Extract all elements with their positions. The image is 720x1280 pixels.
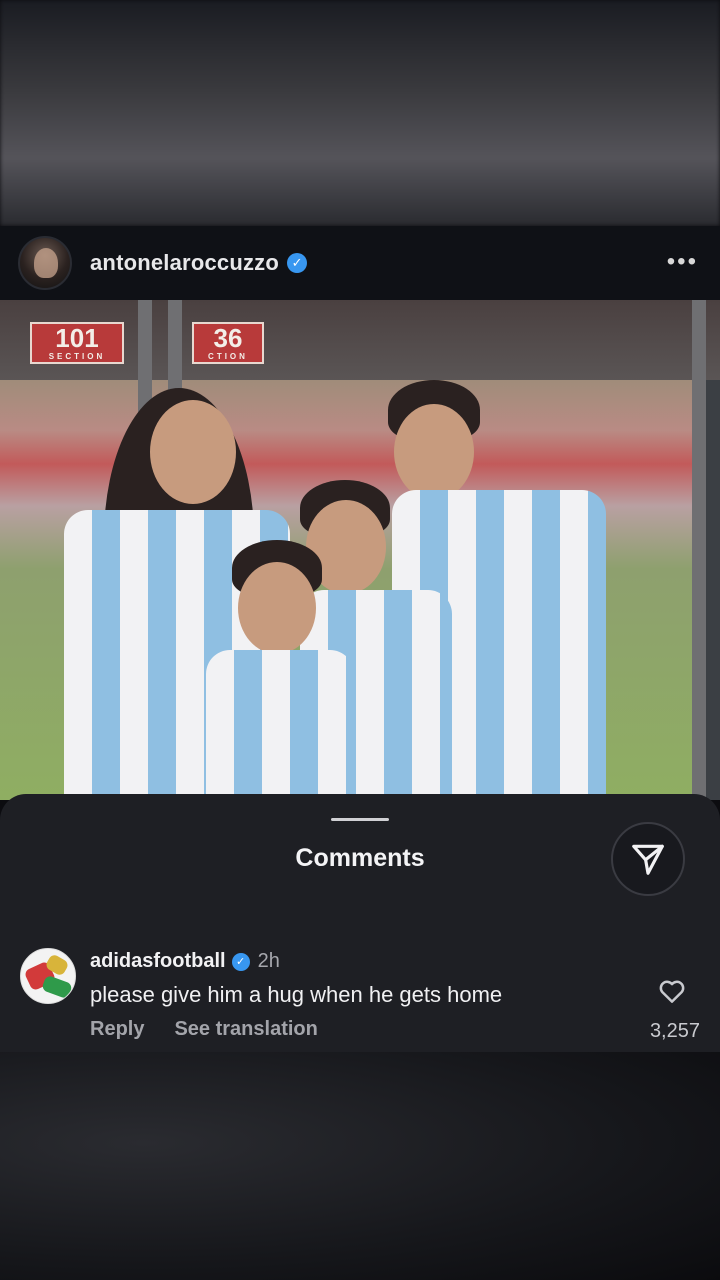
like-count: 3,257 (649, 1020, 700, 1042)
blurred-background-bottom (0, 1052, 720, 1280)
photo-person-face (150, 400, 236, 504)
verified-badge-icon: ✓ (231, 952, 250, 971)
send-icon (632, 844, 664, 875)
reply-button[interactable]: Reply (90, 1018, 144, 1041)
heart-icon[interactable] (656, 976, 688, 1006)
photo-sign-caption: CTION (208, 352, 248, 361)
comments-sheet: Comments adidasfootball ✓ 2h please give… (0, 794, 720, 1052)
photo-sign-number: 101 (55, 323, 99, 353)
commenter-avatar[interactable] (20, 948, 76, 1004)
post-photo[interactable]: 101 SECTION 36 CTION (0, 300, 720, 800)
profile-avatar[interactable] (18, 236, 72, 290)
photo-sign-caption: SECTION (48, 352, 106, 361)
drag-handle[interactable] (331, 818, 389, 821)
ball-panel (41, 974, 73, 1000)
comment-item: adidasfootball ✓ 2h please give him a hu… (20, 946, 710, 1046)
comment-text: please give him a hug when he gets home (90, 982, 503, 1007)
photo-section-sign: 101 SECTION (30, 322, 124, 364)
post-username[interactable]: antonelaroccuzzo (90, 250, 279, 276)
commenter-username[interactable]: adidasfootball (90, 950, 226, 973)
blurred-background-top (0, 0, 720, 226)
photo-person-jersey (206, 650, 354, 800)
more-horizontal-icon[interactable]: ••• (667, 250, 698, 274)
photo-person-face (238, 562, 316, 654)
photo-person-face (394, 404, 474, 500)
comment-actions: Reply See translation (90, 1018, 318, 1041)
photo-section-sign: 36 CTION (192, 322, 264, 364)
comment-time: 2h (257, 950, 280, 972)
photo-sign-number: 36 (213, 323, 243, 353)
post-header: antonelaroccuzzo ✓ ••• (0, 226, 720, 300)
photo-window-frame (692, 300, 706, 800)
share-button[interactable] (611, 822, 685, 896)
see-translation-button[interactable]: See translation (174, 1018, 317, 1041)
verified-badge-icon: ✓ (287, 253, 308, 273)
comment-header: adidasfootball ✓ 2h (90, 950, 280, 973)
